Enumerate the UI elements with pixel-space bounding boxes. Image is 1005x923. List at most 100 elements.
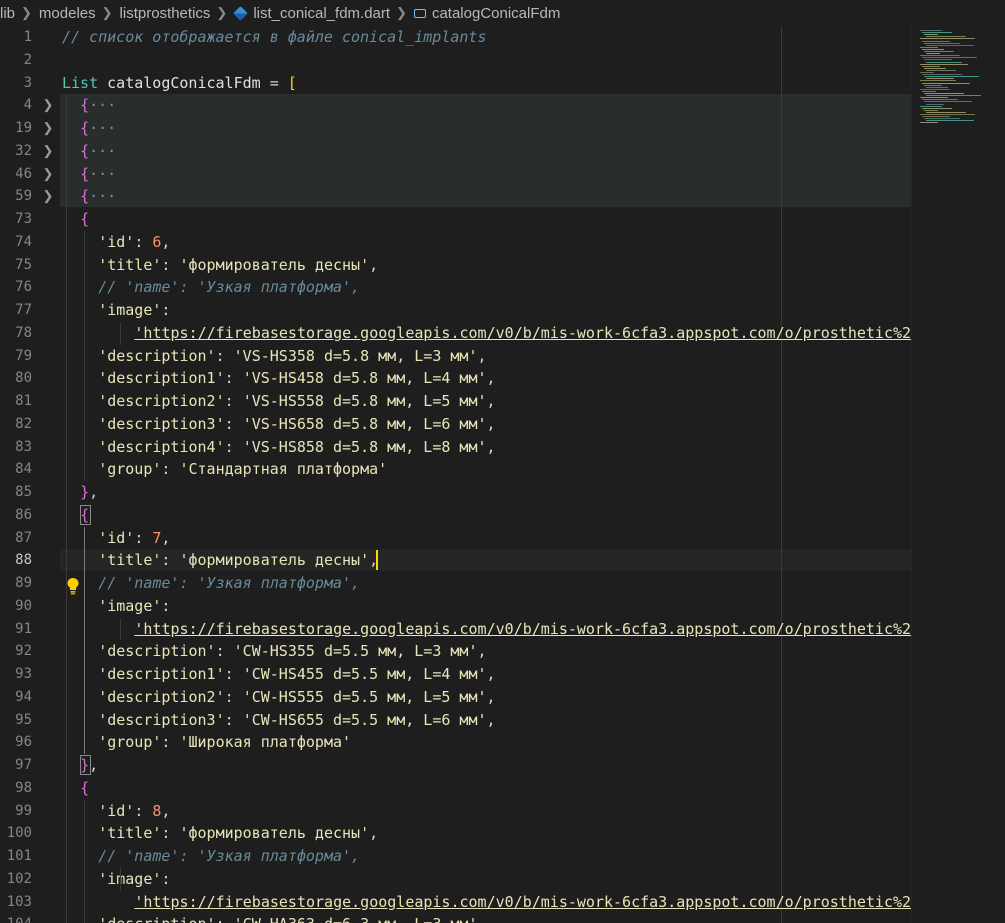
minimap-line: [922, 65, 940, 67]
code-line[interactable]: 94 'description2': 'CW-HS555 d=5.5 мм, L=…: [0, 686, 911, 708]
minimap-line: [924, 67, 946, 69]
minimap-line: [920, 55, 960, 57]
code-line[interactable]: 77 'image':: [0, 299, 911, 321]
code-line[interactable]: 83 'description4': 'VS-HS858 d=5.8 мм, L=…: [0, 436, 911, 458]
code-line[interactable]: 95 'description3': 'CW-HS655 d=5.5 мм, L=…: [0, 709, 911, 731]
breadcrumb: lib ❯ modeles ❯ listprosthetics ❯ list_c…: [0, 0, 1005, 26]
minimap-line: [920, 46, 938, 48]
code-line[interactable]: 96 'group': 'Широкая платформа': [0, 731, 911, 753]
chevron-right-icon[interactable]: ❯: [42, 185, 54, 207]
line-number: 46: [15, 165, 32, 182]
code-line[interactable]: 91 'https://firebasestorage.googleapis.co…: [0, 618, 911, 640]
minimap-line: [926, 69, 956, 71]
chevron-right-icon[interactable]: ❯: [42, 117, 54, 139]
code-line[interactable]: 76 // 'name': 'Узкая платформа',: [0, 276, 911, 298]
line-number: 3: [23, 74, 32, 91]
line-number: 80: [15, 370, 32, 387]
code-line[interactable]: 90 'image':: [0, 595, 911, 617]
code-text: 'https://firebasestorage.googleapis.com/…: [134, 323, 911, 342]
line-number: 102: [6, 870, 32, 887]
minimap[interactable]: [911, 26, 1005, 923]
code-line[interactable]: 74 'id': 6,: [0, 231, 911, 253]
code-line[interactable]: 98 {: [0, 777, 911, 799]
minimap-line: [920, 88, 950, 90]
minimap-line: [926, 61, 962, 63]
minimap-line: [922, 32, 952, 34]
breadcrumb-item-listprosthetics[interactable]: listprosthetics: [120, 5, 211, 22]
dart-file-icon: [233, 5, 249, 21]
code-editor[interactable]: 1 // список отображается в файле conical_…: [0, 26, 911, 923]
code-line[interactable]: 92 'description': 'CW-HS355 d=5.5 мм, L=3…: [0, 640, 911, 662]
line-number: 78: [15, 324, 32, 341]
code-line[interactable]: 79 'description': 'VS-HS358 d=5.8 мм, L=3…: [0, 345, 911, 367]
code-line[interactable]: 82 'description3': 'VS-HS658 d=5.8 мм, L=…: [0, 413, 911, 435]
code-line[interactable]: 85},: [0, 481, 911, 503]
chevron-right-icon: ❯: [101, 5, 113, 20]
code-line[interactable]: 100 'title': 'формирователь десны',: [0, 822, 911, 844]
code-line[interactable]: 59 ❯ {···: [0, 185, 911, 207]
code-line[interactable]: 99 'id': 8,: [0, 800, 911, 822]
code-line[interactable]: 102 'image':: [0, 868, 911, 890]
code-line[interactable]: 84 'group': 'Стандартная платформа': [0, 458, 911, 480]
minimap-line: [922, 107, 952, 109]
code-text: 'title': 'формирователь десны',: [98, 824, 379, 843]
code-line[interactable]: 80 'description1': 'VS-HS458 d=5.8 мм, L=…: [0, 367, 911, 389]
code-text: {···: [80, 187, 117, 206]
indent-guide: [120, 867, 121, 891]
code-text: {: [80, 210, 90, 228]
code-line[interactable]: 78 'https://firebasestorage.googleapis.co…: [0, 322, 911, 344]
minimap-line: [924, 84, 942, 86]
code-text: 'description1': 'CW-HS455 d=5.5 мм, L=4 …: [98, 665, 496, 683]
code-line[interactable]: 101 // 'name': 'Узкая платформа',: [0, 845, 911, 867]
code-text: 'image':: [98, 869, 171, 888]
lightbulb-icon[interactable]: [66, 577, 80, 595]
minimap-line: [924, 51, 954, 52]
chevron-right-icon[interactable]: ❯: [42, 163, 54, 185]
code-line[interactable]: 104 'description': 'CW-HA363 d=6.3 мм, L=…: [0, 913, 911, 923]
breadcrumb-item-file[interactable]: list_conical_fdm.dart: [233, 5, 390, 22]
code-text: 'description1': 'VS-HS458 d=5.8 мм, L=4 …: [98, 369, 496, 388]
breadcrumb-item-modeles[interactable]: modeles: [39, 5, 96, 22]
code-line[interactable]: 32 ❯ {···: [0, 140, 911, 162]
code-line[interactable]: 2: [0, 49, 911, 71]
line-number: 99: [15, 802, 32, 819]
code-line[interactable]: 97},: [0, 754, 911, 776]
breadcrumb-label: listprosthetics: [119, 4, 211, 22]
code-line[interactable]: 93 'description1': 'CW-HS455 d=5.5 мм, L=…: [0, 663, 911, 685]
breadcrumb-item-symbol[interactable]: catalogConicalFdm: [413, 5, 560, 22]
code-text: 'title': 'формирователь десны',: [98, 551, 379, 570]
code-line[interactable]: 86{: [0, 504, 911, 526]
code-line[interactable]: 4 ❯ {···: [0, 94, 911, 116]
code-line[interactable]: 103 'https://firebasestorage.googleapis.c…: [0, 891, 911, 913]
code-line[interactable]: 81 'description2': 'VS-HS558 d=5.8 мм, L=…: [0, 390, 911, 412]
minimap-line: [924, 118, 960, 120]
code-text: // 'name': 'Узкая платформа',: [98, 847, 361, 865]
minimap-line: [922, 74, 962, 76]
indent-guide: [84, 230, 85, 481]
code-line[interactable]: 3 List catalogConicalFdm = [: [0, 72, 911, 94]
code-text: 'description': 'CW-HS355 d=5.5 мм, L=3 м…: [98, 642, 487, 661]
text-cursor: [376, 550, 378, 571]
code-text: 'image':: [98, 596, 171, 615]
code-line[interactable]: 88 'title': 'формирователь десны',: [0, 549, 911, 571]
minimap-line: [920, 114, 975, 115]
code-line[interactable]: 89 // 'name': 'Узкая платформа',: [0, 572, 911, 594]
code-line[interactable]: 73 {: [0, 208, 911, 230]
line-number: 83: [15, 438, 32, 455]
line-number: 90: [15, 597, 32, 614]
chevron-right-icon[interactable]: ❯: [42, 140, 54, 162]
breadcrumb-item-lib[interactable]: lib: [0, 5, 15, 22]
code-text: },: [80, 483, 99, 501]
chevron-right-icon: ❯: [21, 5, 32, 20]
code-text: 'id': 8,: [98, 801, 171, 820]
line-number: 76: [15, 279, 32, 296]
minimap-line: [920, 122, 938, 124]
code-line[interactable]: 87 'id': 7,: [0, 527, 911, 549]
code-line[interactable]: 75 'title': 'формирователь десны',: [0, 254, 911, 276]
code-line[interactable]: 1 // список отображается в файле conical_…: [0, 26, 911, 48]
code-text: 'title': 'формирователь десны',: [98, 255, 379, 274]
code-line[interactable]: 19 ❯ {···: [0, 117, 911, 139]
chevron-right-icon[interactable]: ❯: [42, 94, 54, 116]
code-text: {···: [80, 119, 117, 137]
code-line[interactable]: 46 ❯ {···: [0, 163, 911, 185]
